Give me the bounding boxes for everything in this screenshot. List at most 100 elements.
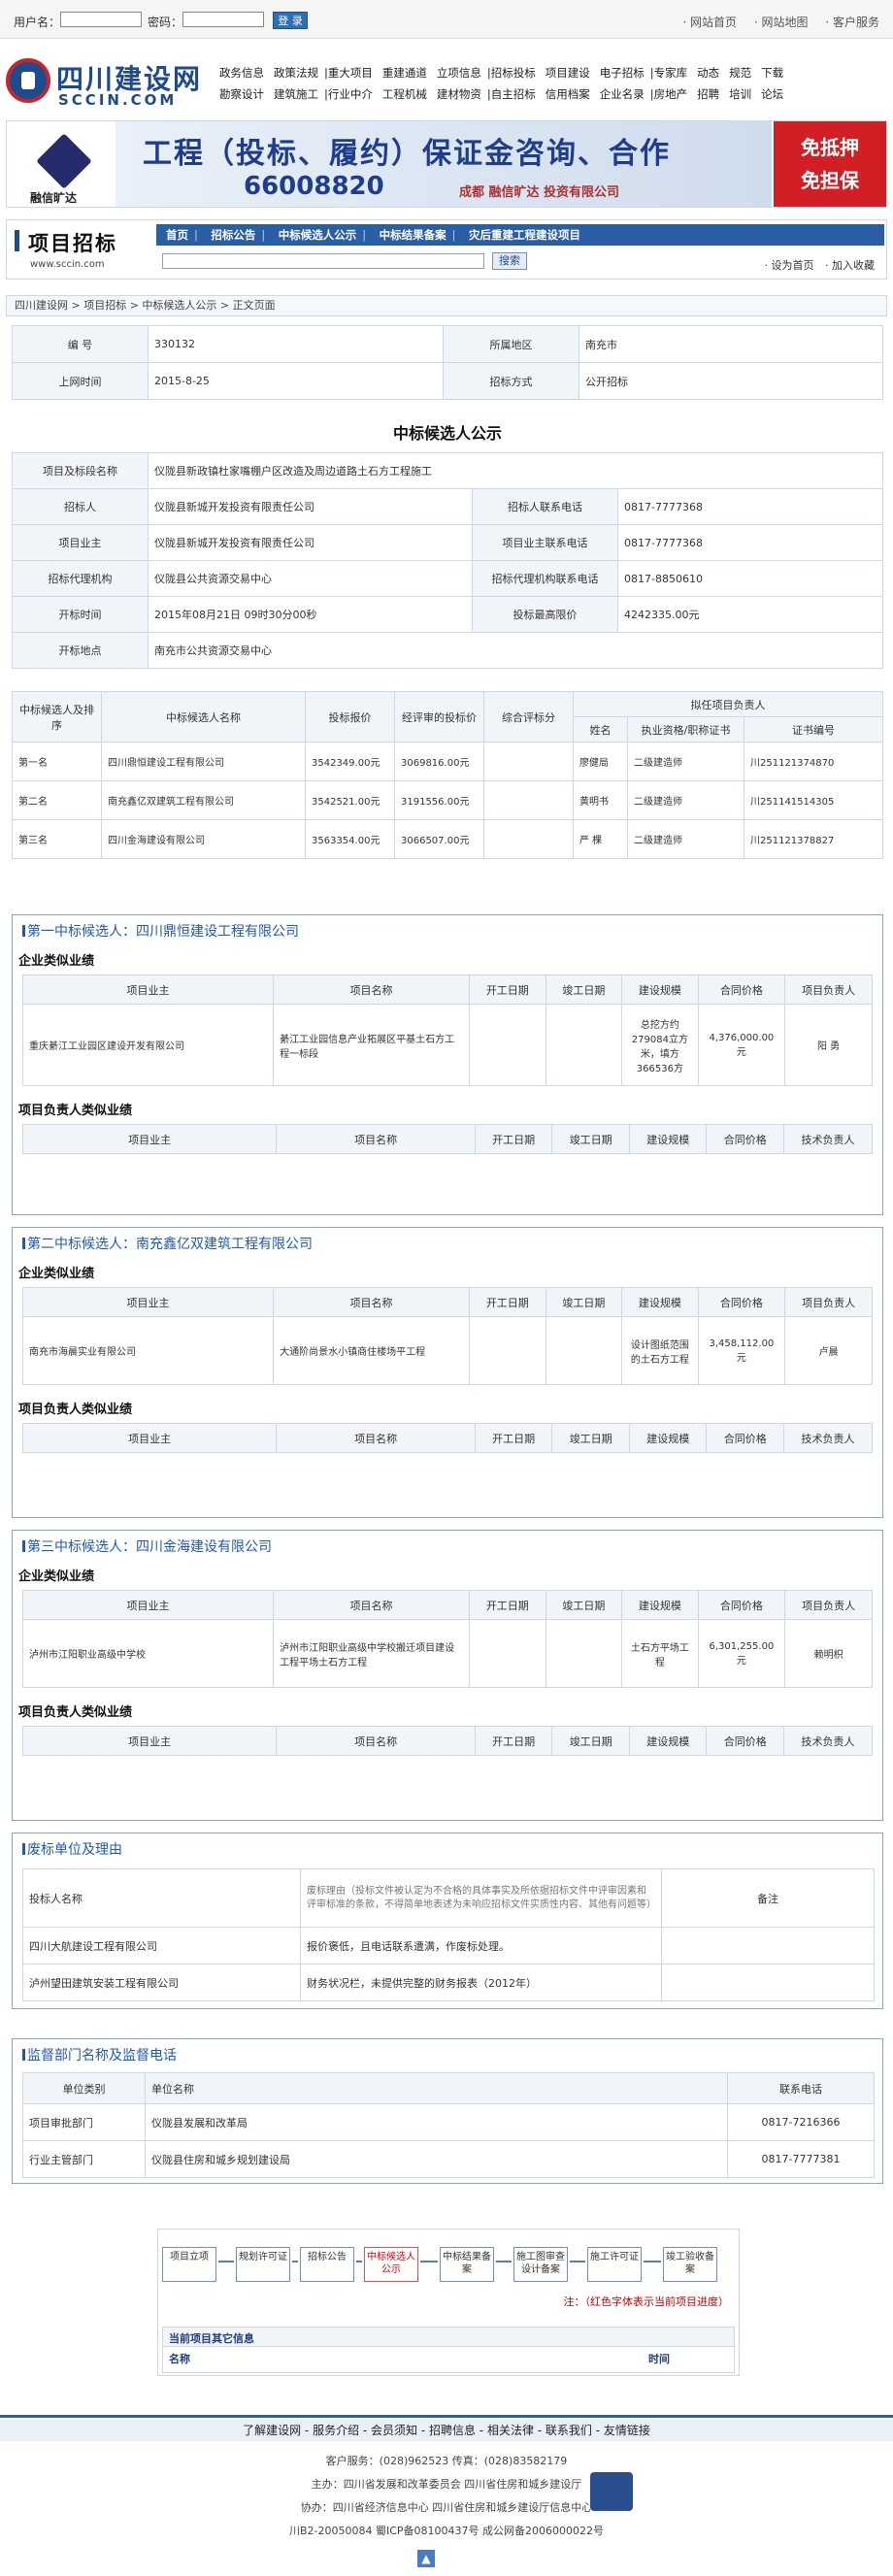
pm-header: 开工日期 (474, 1124, 553, 1154)
tab-tender-notice[interactable]: 招标公告 (211, 228, 255, 242)
nav-item[interactable]: 信用档案 (546, 86, 590, 102)
perf-header: 项目负责人 (784, 1590, 873, 1620)
footer-service: 客户服务：(028)962523 传真：(028)83582179 (325, 2455, 568, 2467)
perf-header: 项目名称 (273, 974, 471, 1005)
nav-item[interactable]: 下载 (761, 65, 783, 81)
breadcrumb: 四川建设网 > 项目招标 > 中标候选人公示 > 正文页面 (6, 295, 887, 316)
detail-value: 2015年08月21日 09时30分00秒 (148, 596, 473, 633)
perf-cell: 綦江工业园信息产业拓展区平基土石方工程一标段 (273, 1004, 471, 1086)
nav-item[interactable]: 动态 (697, 65, 719, 81)
banner-brand: 融信旷达 (30, 191, 78, 205)
reject-header-row: 投标人名称 废标理由（投标文件被认定为不合格的具体事实及所依据招标文件中评审因素和… (22, 1868, 875, 1928)
nav-item[interactable]: 建材物资 (437, 86, 481, 102)
perf-cell: 4,376,000.00元 (697, 1004, 786, 1086)
nav-item[interactable]: 行业中介 (328, 86, 373, 102)
main-nav: 政务信息 政策法规 | 重大项目 重建通道 立项信息 | 招标投标 项目建设 电子招标 | 专家库 动态… (219, 62, 889, 105)
section-header: 项目招标 www.sccin.com 首页 | 招标公告 | 中标候选人公示 | 中标… (6, 219, 887, 280)
perf-header: 建设规模 (621, 1590, 699, 1620)
cand-cell: 川251141514305 (744, 780, 883, 820)
perf-header: 项目业主 (21, 974, 275, 1005)
perf-cell: 6,301,255.00元 (697, 1619, 786, 1688)
perf-cell: 阳 勇 (784, 1004, 873, 1086)
nav-item[interactable]: 政务信息 (219, 65, 264, 81)
cand-cell: 第三名 (12, 819, 102, 859)
reject-cell: 财务状况栏，未提供完整的财务报表（2012年） (300, 1964, 662, 2001)
set-home-link[interactable]: · 设为首页 (765, 259, 814, 272)
tab-home[interactable]: 首页 (166, 228, 188, 242)
perf-header: 项目业主 (21, 1287, 275, 1317)
sitemap-link[interactable]: · 网站地图 (754, 16, 809, 29)
nav-item[interactable]: 项目建设 (546, 65, 590, 81)
detail-value: 仪陇县新政镇杜家嘴棚户区改造及周边道路土石方工程施工 (148, 452, 883, 489)
flow-step: 招标公告 (300, 2247, 354, 2282)
nav-group: 政务信息 政策法规 (219, 65, 318, 81)
nav-item[interactable]: 政策法规 (274, 65, 318, 81)
search-input[interactable] (162, 253, 484, 269)
password-input[interactable] (182, 12, 264, 27)
back-to-top-icon[interactable]: ▲ (417, 2550, 435, 2567)
perf-header: 开工日期 (469, 974, 546, 1005)
footer-links[interactable]: 了解建设网 - 服务介绍 - 会员须知 - 招聘信息 - 相关法律 - 联系我们… (0, 2420, 893, 2441)
nav-item[interactable]: 勘察设计 (219, 86, 264, 102)
supervise-cell: 仪陇县住房和城乡规划建设局 (145, 2140, 728, 2178)
perf-header: 项目负责人 (784, 1287, 873, 1317)
detail-label: 招标代理机构 (12, 560, 149, 597)
detail-label: 招标代理机构联系电话 (472, 560, 618, 597)
reject-header: 备注 (661, 1868, 875, 1928)
supervise-row: 项目审批部门 仪陇县发展和改革局 0817-7216366 (22, 2103, 875, 2141)
username-input[interactable] (60, 12, 142, 27)
detail-value: 4242335.00元 (617, 596, 883, 633)
site-logo[interactable]: 四川建设网 SCCIN.COM (6, 56, 210, 109)
cand-cell: 黄明书 (573, 780, 628, 820)
nav-item[interactable]: 工程机械 (382, 86, 427, 102)
supervise-cell: 仪陇县发展和改革局 (145, 2103, 728, 2141)
nav-item[interactable]: 自主招标 (491, 86, 536, 102)
progress-flow: 注：（红色字体表示当前项目进度） 当前项目其它信息 名称 时间 项目立项 规划许可… (157, 2229, 740, 2376)
ad-banner[interactable]: 融信旷达 工程（投标、履约）保证金咨询、合作 66008820 成都 融信旷达 … (6, 120, 887, 208)
cand-cell: 川251121378827 (744, 819, 883, 859)
cand-header: 姓名 (573, 716, 628, 743)
pm-header: 建设规模 (628, 1726, 708, 1756)
tab-result[interactable]: 中标结果备案 (380, 228, 446, 242)
tab-candidate[interactable]: 中标候选人公示 (279, 228, 357, 242)
nav-item[interactable]: 电子招标 (600, 65, 645, 81)
detail-value: 南充市公共资源交易中心 (148, 632, 883, 669)
nav-item[interactable]: 论坛 (761, 86, 783, 102)
cand-cell: 3542521.00元 (305, 780, 395, 820)
nav-item[interactable]: 招标投标 (491, 65, 536, 81)
nav-item[interactable]: 企业名录 (600, 86, 645, 102)
nav-item[interactable]: 建筑施工 (274, 86, 318, 102)
pm-header: 项目业主 (21, 1726, 278, 1756)
service-link[interactable]: · 客户服务 (825, 16, 879, 29)
pm-header: 竣工日期 (551, 1423, 630, 1453)
nav-item[interactable]: 立项信息 (437, 65, 481, 81)
nav-item[interactable]: 重大项目 (328, 65, 373, 81)
cand-header: 经评审的投标价 (394, 691, 484, 743)
police-badge-icon[interactable] (590, 2472, 633, 2511)
perf-title: 企业类似业绩 (18, 1267, 95, 1281)
search-button[interactable]: 搜索 (492, 252, 527, 270)
add-fav-link[interactable]: · 加入收藏 (825, 259, 875, 272)
pm-header: 合同价格 (706, 1124, 785, 1154)
perf-cell: 大通阶尚景水小镇商住楼场平工程 (273, 1316, 471, 1385)
perf-cell: 土石方平场工程 (621, 1619, 699, 1688)
nav-item[interactable]: 规范 (729, 65, 751, 81)
nav-item[interactable]: 房地产 (654, 86, 688, 102)
flow-arrow-icon (292, 2261, 298, 2262)
banner-company: 成都 融信旷达 投资有限公司 (459, 185, 620, 200)
cand-cell (483, 742, 574, 781)
cand-row: 第一名 四川鼎恒建设工程有限公司 3542349.00元 3069816.00元 廖健局… (12, 742, 883, 781)
nav-item[interactable]: 重建通道 (382, 65, 427, 81)
login-button[interactable]: 登 录 (273, 12, 308, 29)
tab-rebuild[interactable]: 灾后重建工程建设项目 (469, 228, 580, 242)
home-link[interactable]: · 网站首页 (682, 16, 737, 29)
nav-item[interactable]: 培训 (729, 86, 751, 102)
info-label: 招标方式 (443, 362, 579, 400)
flow-step: 中标结果备案 (440, 2247, 494, 2282)
nav-item[interactable]: 招聘 (697, 86, 719, 102)
pm-header: 项目名称 (276, 1124, 476, 1154)
nav-group: 重大项目 重建通道 立项信息 (328, 65, 481, 81)
cand-row: 第三名 四川金海建设有限公司 3563354.00元 3066507.00元 严 棵二级… (12, 819, 883, 859)
nav-item[interactable]: 专家库 (654, 65, 688, 81)
supervise-header: 联系电话 (727, 2072, 875, 2104)
